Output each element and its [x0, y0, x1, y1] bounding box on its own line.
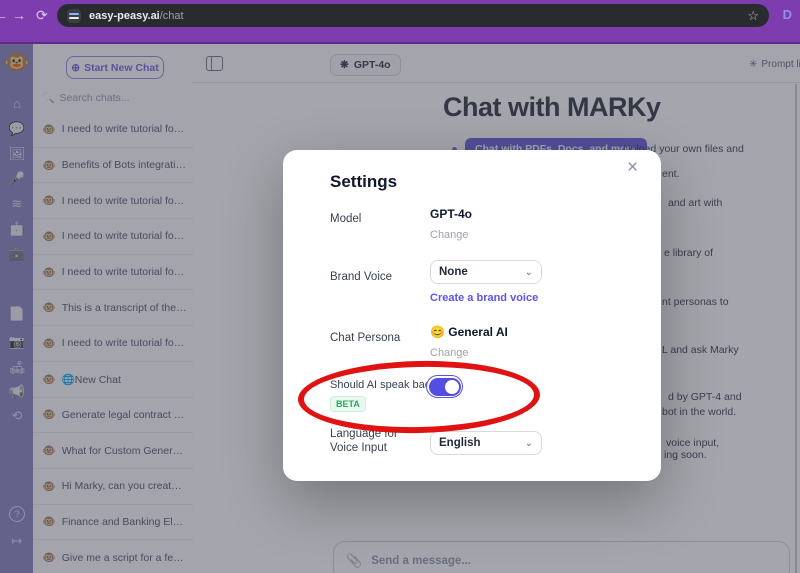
create-brand-voice-link[interactable]: Create a brand voice	[430, 292, 538, 304]
back-icon[interactable]: ←	[0, 6, 8, 24]
bookmark-star-icon[interactable]: ☆	[747, 8, 759, 24]
chevron-down-icon: ⌄	[525, 438, 533, 449]
model-label: Model	[330, 212, 430, 226]
language-select[interactable]: English ⌄	[430, 431, 542, 455]
brand-voice-label: Brand Voice	[330, 270, 430, 284]
close-icon[interactable]: ×	[627, 158, 638, 178]
address-bar[interactable]: easy-peasy.ai/chat ☆	[57, 4, 769, 27]
screen: ← → ⟳ easy-peasy.ai/chat ☆ D 🐵 ⌂ 💬 🖼 🎤 ≋…	[0, 0, 800, 573]
reload-icon[interactable]: ⟳	[36, 6, 48, 24]
settings-modal: Settings × Model GPT-4o Change Brand Voi…	[283, 150, 661, 481]
brand-voice-select[interactable]: None ⌄	[430, 260, 542, 284]
chat-persona-label: Chat Persona	[330, 331, 430, 345]
brand-voice-value: None	[439, 266, 468, 278]
chevron-down-icon: ⌄	[525, 267, 533, 278]
profile-avatar[interactable]: D	[783, 7, 792, 22]
site-info-icon[interactable]	[67, 9, 81, 23]
url-text: easy-peasy.ai/chat	[89, 10, 741, 22]
model-change-link[interactable]: Change	[430, 229, 469, 241]
persona-change-link[interactable]: Change	[430, 347, 469, 359]
forward-icon[interactable]: →	[12, 6, 26, 24]
chat-persona-value: 😊 General AI	[430, 325, 508, 339]
model-value: GPT-4o	[430, 207, 472, 221]
browser-chrome: ← → ⟳ easy-peasy.ai/chat ☆ D	[0, 0, 800, 44]
language-value: English	[439, 437, 481, 449]
modal-title: Settings	[330, 172, 397, 192]
